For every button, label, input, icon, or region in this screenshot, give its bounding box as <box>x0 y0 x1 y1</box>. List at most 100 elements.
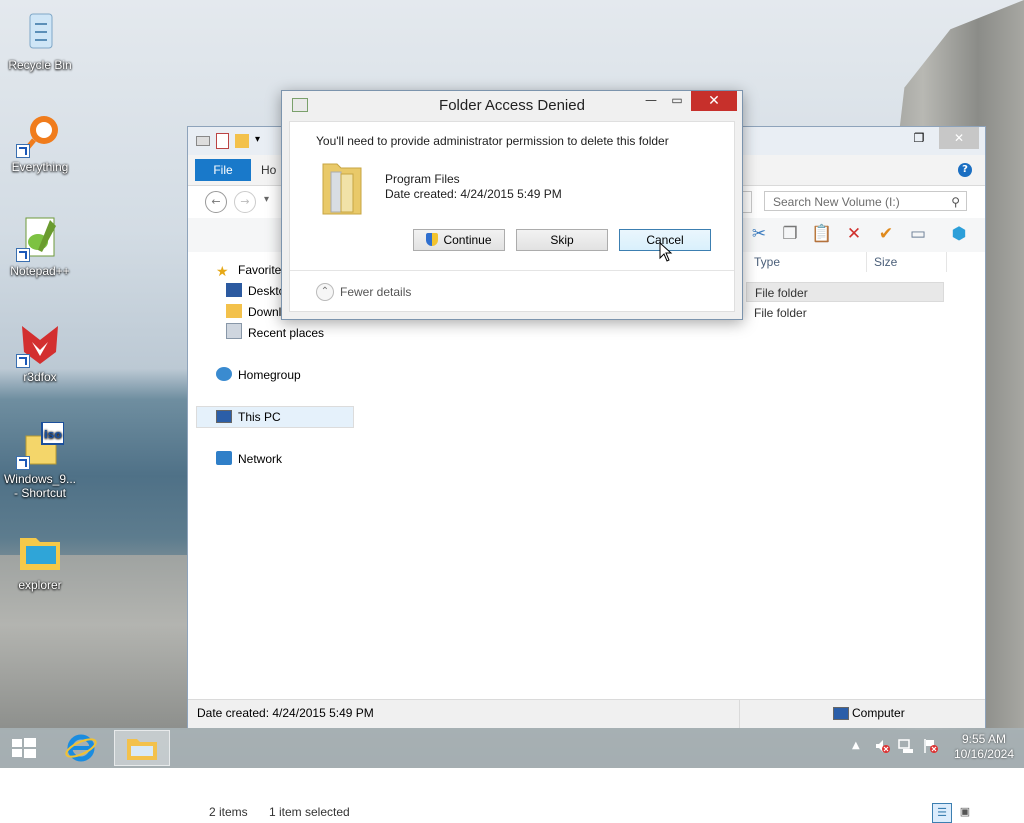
desktop-icon-label: r3dfox <box>23 370 57 384</box>
clock[interactable]: 9:55 AM 10/16/2024 <box>954 732 1014 762</box>
start-button[interactable] <box>0 730 48 766</box>
file-explorer-icon <box>127 739 157 760</box>
desktop-icon-label: Recycle Bin <box>8 58 72 72</box>
folder-date-created: Date created: 4/24/2015 5:49 PM <box>385 187 562 201</box>
file-explorer-taskbar-button[interactable] <box>114 730 170 766</box>
desktop-icon-label: Notepad++ <box>10 264 70 278</box>
properties-card-icon[interactable]: ▭ <box>907 223 929 245</box>
computer-icon <box>833 707 849 720</box>
taskbar: ▲ 9:55 AM 10/16/2024 <box>0 728 1024 768</box>
maximize-button[interactable]: ❐ <box>901 127 937 149</box>
tab-file[interactable]: File <box>195 159 251 181</box>
address-bar-edge <box>743 191 752 213</box>
windows-logo-icon <box>12 738 36 758</box>
details-date-created: Date created: 4/24/2015 5:49 PM <box>197 706 374 720</box>
details-location: Computer <box>852 706 905 720</box>
star-icon: ★ <box>216 263 229 279</box>
search-icon: ⚲ <box>951 195 960 209</box>
row-type: File folder <box>755 286 808 300</box>
customize-qat-icon[interactable]: ▾ <box>255 134 263 148</box>
nav-item-network[interactable]: Network <box>216 449 282 469</box>
network-status-icon[interactable] <box>898 738 914 754</box>
desktop-icon-recycle-bin[interactable]: Recycle Bin <box>2 8 78 72</box>
close-button[interactable]: ✕ <box>939 127 979 149</box>
table-row[interactable]: File folder <box>746 282 944 302</box>
column-divider <box>866 252 867 272</box>
dialog-close-button[interactable]: ✕ <box>691 91 737 111</box>
dialog-titlebar[interactable]: Folder Access Denied — ▭ ✕ <box>282 91 742 121</box>
delete-icon[interactable]: ✕ <box>843 223 865 245</box>
skip-button[interactable]: Skip <box>516 229 608 251</box>
homegroup-icon <box>216 367 232 381</box>
notepad-plus-plus-icon <box>16 214 64 262</box>
desktop-icon-iso-shortcut[interactable]: iso Windows_9... - Shortcut <box>2 421 78 500</box>
continue-button[interactable]: Continue <box>413 229 505 251</box>
clock-date: 10/16/2024 <box>953 747 1014 761</box>
row-type: File folder <box>754 306 807 320</box>
r3dfox-browser-icon <box>16 320 64 368</box>
search-placeholder: Search New Volume (I:) <box>773 195 900 209</box>
forward-button[interactable]: → <box>234 191 256 213</box>
item-count: 2 items <box>209 805 248 819</box>
action-center-warning-icon[interactable] <box>922 738 938 754</box>
minimize-button[interactable]: — <box>638 91 664 111</box>
desktop-icon-label: Windows_9... - Shortcut <box>3 472 77 500</box>
column-header-size[interactable]: Size <box>874 255 897 269</box>
tab-home[interactable]: Ho <box>261 163 276 177</box>
copy-icon[interactable]: ❐ <box>779 223 801 245</box>
details-divider <box>739 700 740 728</box>
nav-item-downloads[interactable]: Downl <box>226 302 281 322</box>
desktop-icon-notepad-plus-plus[interactable]: Notepad++ <box>2 214 78 278</box>
new-folder-icon[interactable] <box>235 134 249 148</box>
new-item-icon[interactable]: ⬢ <box>948 223 970 245</box>
column-divider <box>946 252 947 272</box>
dialog-body: You'll need to provide administrator per… <box>289 121 735 312</box>
fewer-details-chevron-icon[interactable]: ⌃ <box>316 283 334 301</box>
downloads-icon <box>226 304 242 318</box>
volume-muted-icon[interactable] <box>874 738 890 754</box>
show-hidden-icons-chevron-icon[interactable]: ▲ <box>852 740 860 751</box>
help-icon[interactable]: ? <box>958 163 972 177</box>
nav-item-this-pc[interactable]: This PC <box>216 407 281 427</box>
everything-search-icon <box>16 110 64 158</box>
recent-locations-chevron-icon[interactable]: ▾ <box>264 194 269 205</box>
details-view-button[interactable]: ☰ <box>932 803 952 823</box>
desktop-icon-explorer[interactable]: explorer <box>2 528 78 592</box>
nav-item-homegroup[interactable]: Homegroup <box>216 365 301 385</box>
shield-icon <box>426 233 439 246</box>
quick-access-toolbar: ▾ <box>196 133 263 149</box>
fewer-details-link[interactable]: Fewer details <box>340 285 411 299</box>
internet-explorer-taskbar-button[interactable] <box>56 730 106 766</box>
iso-file-icon: iso <box>16 421 65 470</box>
large-icons-view-button[interactable]: ▣ <box>956 803 974 821</box>
nav-item-recent-places[interactable]: Recent places <box>226 323 324 343</box>
search-input[interactable]: Search New Volume (I:) ⚲ <box>764 191 967 211</box>
desktop-icon-everything[interactable]: Everything <box>2 110 78 174</box>
back-button[interactable]: ← <box>205 191 227 213</box>
clock-time: 9:55 AM <box>961 732 1006 746</box>
desktop-icon-label: Everything <box>11 160 69 174</box>
rename-check-icon[interactable]: ✔ <box>875 223 897 245</box>
maximize-button[interactable]: ▭ <box>664 91 690 111</box>
folder-name: Program Files <box>385 172 460 186</box>
explorer-folder-icon <box>16 528 64 576</box>
paste-icon[interactable]: 📋 <box>811 223 833 245</box>
desktop-icon-label: explorer <box>18 578 62 592</box>
details-bar: Date created: 4/24/2015 5:49 PM Computer <box>188 699 985 728</box>
properties-icon[interactable] <box>216 133 229 149</box>
selection-count: 1 item selected <box>269 805 350 819</box>
column-header-type[interactable]: Type <box>754 255 780 269</box>
internet-explorer-icon <box>65 734 97 762</box>
table-row[interactable]: File folder <box>746 303 944 323</box>
desktop-icon-r3dfox[interactable]: r3dfox <box>2 320 78 384</box>
cut-icon[interactable]: ✂ <box>748 223 770 245</box>
nav-item-favorites[interactable]: ★ Favorites <box>216 260 287 280</box>
svg-text:iso: iso <box>44 428 62 441</box>
network-icon <box>216 451 232 465</box>
nav-item-desktop[interactable]: Deskto <box>226 281 285 301</box>
status-bar: 2 items 1 item selected ☰ ▣ <box>188 799 985 823</box>
mouse-cursor-icon <box>659 242 673 262</box>
dialog-message: You'll need to provide administrator per… <box>316 134 669 148</box>
recent-places-icon <box>226 323 242 339</box>
system-menu-icon[interactable] <box>196 136 210 146</box>
